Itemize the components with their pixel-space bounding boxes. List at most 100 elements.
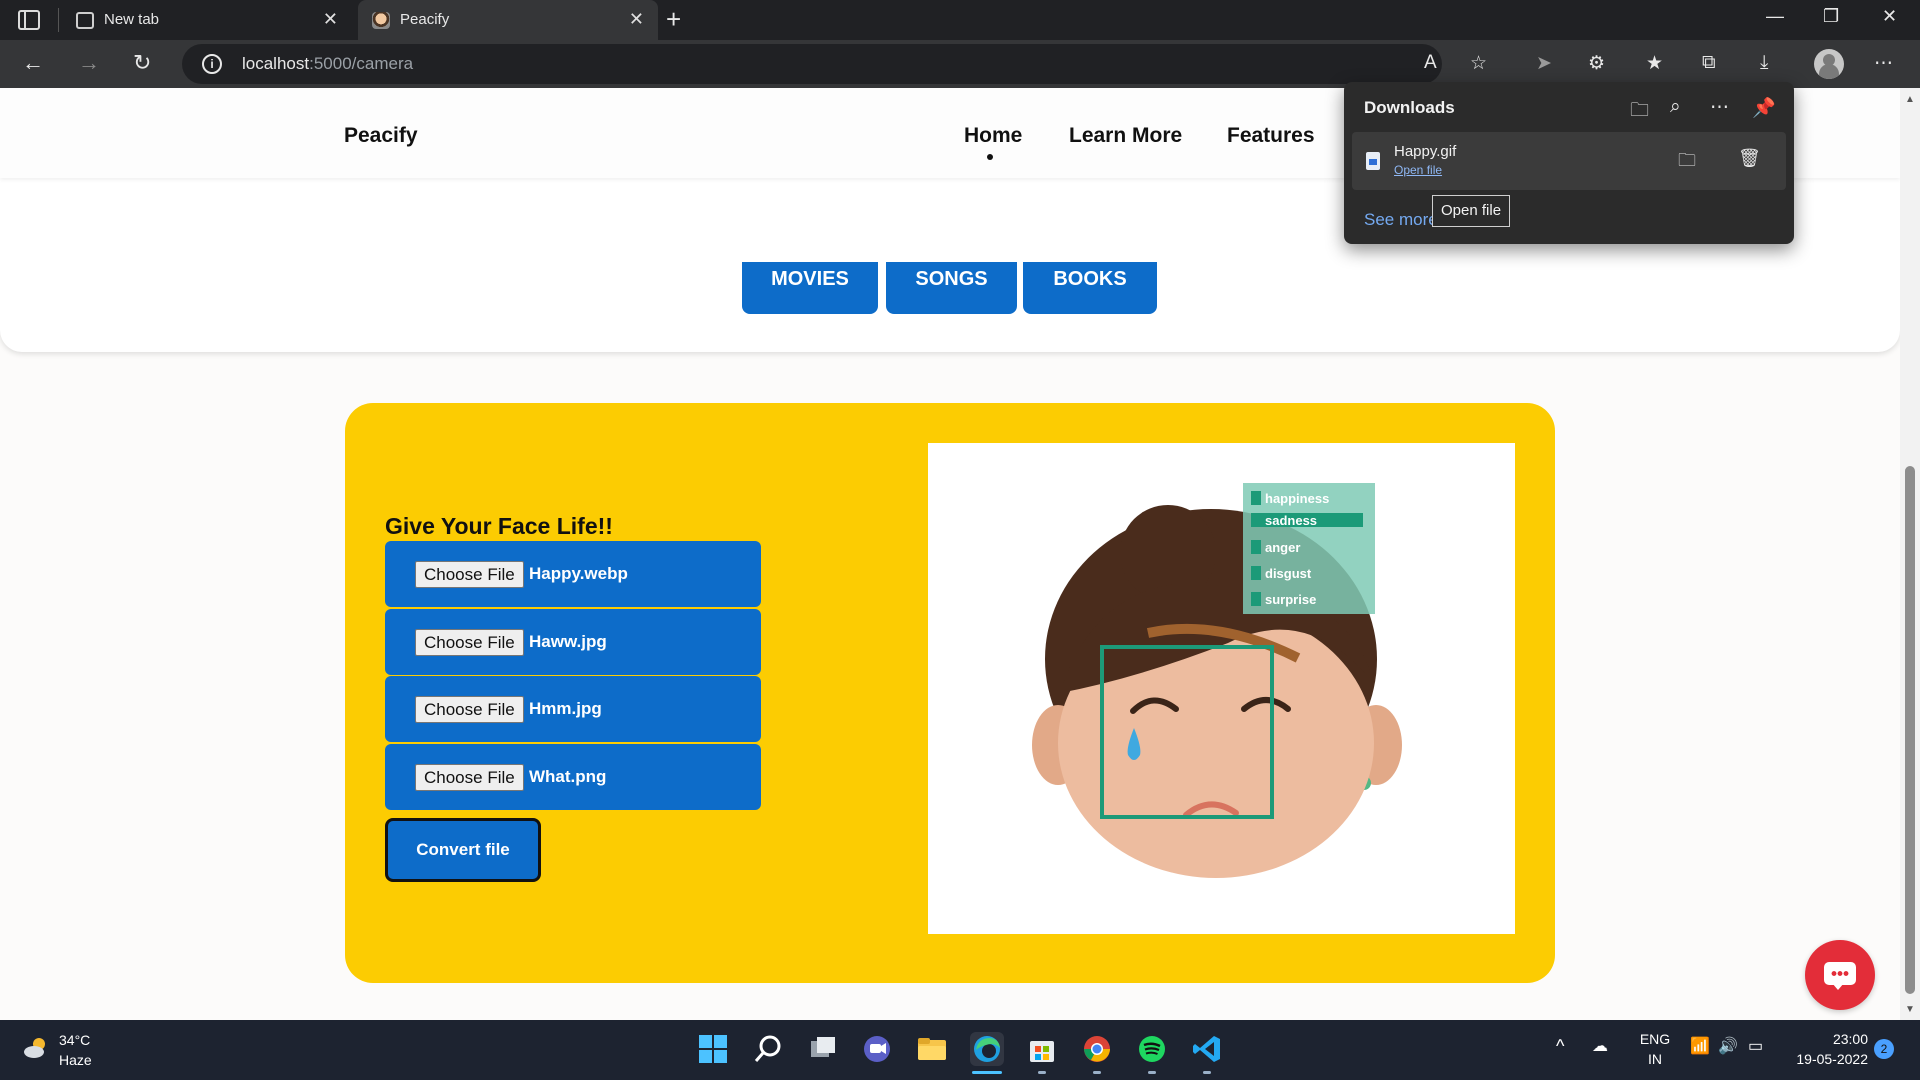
collections-icon[interactable]: ⧉	[1702, 52, 1716, 74]
language-region[interactable]: IN	[1638, 1051, 1672, 1067]
search-downloads-icon[interactable]: ⌕	[1670, 96, 1681, 118]
close-tab-icon[interactable]: ✕	[629, 9, 644, 30]
more-options-icon[interactable]: ⋯	[1874, 52, 1893, 75]
wifi-icon[interactable]: 📶	[1690, 1036, 1710, 1056]
emotion-label: happiness	[1265, 491, 1329, 506]
start-button[interactable]	[696, 1032, 730, 1066]
extension-arrow-icon[interactable]: ➤	[1536, 52, 1552, 75]
nav-features[interactable]: Features	[1227, 124, 1315, 148]
open-file-link[interactable]: Open file	[1394, 163, 1442, 177]
image-file-icon	[1366, 152, 1380, 170]
scrollbar-thumb[interactable]	[1905, 466, 1915, 994]
file-name: What.png	[529, 767, 607, 786]
folder-icon	[918, 1038, 946, 1060]
chat-button[interactable]	[1805, 940, 1875, 1010]
onedrive-warning-icon[interactable]: ☁	[1592, 1036, 1608, 1056]
choose-file-button[interactable]: Choose File	[415, 561, 524, 588]
microsoft-store-button[interactable]	[1025, 1032, 1059, 1066]
close-tab-icon[interactable]: ✕	[323, 9, 338, 30]
downloads-icon[interactable]: ⤓	[1760, 52, 1768, 74]
movies-button[interactable]: MOVIES	[742, 262, 878, 314]
chrome-button[interactable]	[1080, 1032, 1114, 1066]
tab-peacify[interactable]: Peacify ✕	[358, 0, 658, 40]
peacify-favicon-icon	[372, 12, 390, 29]
favorites-icon[interactable]: ★	[1646, 52, 1663, 75]
emotion-swatch	[1251, 566, 1261, 580]
scroll-down-icon[interactable]: ▼	[1905, 1004, 1915, 1015]
emotion-swatch	[1251, 491, 1261, 505]
emotion-label: anger	[1265, 540, 1300, 555]
emotion-label-selected: sadness	[1265, 513, 1317, 528]
address-bar[interactable]: i localhost:5000/camera	[182, 44, 1442, 84]
browser-tab-bar: New tab ✕ Peacify ✕ + — ❐ ✕	[0, 0, 1920, 40]
scroll-up-icon[interactable]: ▲	[1905, 94, 1915, 105]
new-tab-button[interactable]: +	[666, 4, 681, 35]
see-more-link[interactable]: See more	[1364, 210, 1438, 230]
windows-taskbar: 34°C Haze ^ ☁ ENG IN 📶 🔊 ▭ 23:00 19-05-2…	[0, 1020, 1920, 1080]
site-info-icon[interactable]: i	[202, 54, 222, 74]
page-scrollbar[interactable]: ▲ ▼	[1900, 88, 1920, 1020]
tab-title: Peacify	[400, 11, 450, 28]
refresh-icon[interactable]: ↻	[133, 50, 151, 76]
convert-file-button[interactable]: Convert file	[385, 818, 541, 882]
edge-browser-button[interactable]	[970, 1032, 1004, 1066]
forward-icon[interactable]: →	[78, 50, 100, 76]
weather-temperature[interactable]: 34°C	[59, 1032, 90, 1048]
tab-actions-icon[interactable]	[18, 10, 40, 30]
extensions-icon[interactable]: ⚙	[1588, 52, 1605, 75]
running-app-indicator	[1148, 1071, 1156, 1074]
running-app-indicator	[1038, 1071, 1046, 1074]
file-name: Happy.webp	[529, 564, 628, 583]
choose-file-button[interactable]: Choose File	[415, 696, 524, 723]
tab-divider	[58, 8, 59, 32]
spotify-button[interactable]	[1135, 1032, 1169, 1066]
choose-file-button[interactable]: Choose File	[415, 764, 524, 791]
file-name: Hmm.jpg	[529, 699, 602, 718]
search-icon	[754, 1035, 781, 1062]
choose-file-button[interactable]: Choose File	[415, 629, 524, 656]
show-hidden-icons-chevron-icon[interactable]: ^	[1556, 1036, 1564, 1057]
url-path: :5000/camera	[309, 54, 414, 73]
panel-title: Give Your Face Life!!	[385, 513, 613, 539]
volume-icon[interactable]: 🔊	[1718, 1036, 1738, 1056]
read-aloud-icon[interactable]: A	[1424, 52, 1437, 74]
tab-new-tab[interactable]: New tab ✕	[62, 0, 352, 40]
language-indicator[interactable]: ENG	[1638, 1031, 1672, 1047]
books-button[interactable]: BOOKS	[1023, 262, 1157, 314]
browser-toolbar: ← → ↻ i localhost:5000/camera A ☆ ➤ ⚙ ★ …	[0, 40, 1920, 88]
delete-icon[interactable]: 🗑	[1738, 148, 1761, 169]
open-file-tooltip: Open file	[1432, 195, 1511, 227]
task-view-button[interactable]	[806, 1032, 840, 1066]
file-explorer-button[interactable]	[915, 1032, 949, 1066]
weather-haze-icon[interactable]	[22, 1034, 50, 1062]
teams-chat-button[interactable]	[860, 1032, 894, 1066]
weather-description[interactable]: Haze	[59, 1052, 92, 1068]
file-input-row: Choose File What.png	[385, 744, 761, 810]
restore-icon[interactable]: ❐	[1823, 6, 1839, 27]
clock-time[interactable]: 23:00	[1784, 1031, 1868, 1047]
active-nav-indicator	[987, 154, 993, 160]
show-in-folder-icon[interactable]: 🗀	[1678, 148, 1696, 178]
battery-icon[interactable]: ▭	[1748, 1036, 1763, 1056]
search-taskbar-button[interactable]	[751, 1032, 785, 1066]
back-icon[interactable]: ←	[22, 50, 44, 76]
site-brand[interactable]: Peacify	[344, 124, 418, 148]
nav-learn-more[interactable]: Learn More	[1069, 124, 1182, 148]
emotion-label: surprise	[1265, 592, 1316, 607]
open-downloads-folder-icon[interactable]: 🗀	[1630, 96, 1649, 128]
clock-date[interactable]: 19-05-2022	[1784, 1051, 1868, 1067]
more-options-icon[interactable]: ⋯	[1710, 96, 1729, 119]
add-favorite-icon[interactable]: ☆	[1470, 52, 1487, 75]
minimize-icon[interactable]: —	[1766, 6, 1784, 27]
download-item[interactable]: Happy.gif Open file 🗀 🗑	[1352, 132, 1786, 190]
running-app-indicator	[1203, 1071, 1211, 1074]
notification-count-badge[interactable]: 2	[1874, 1039, 1894, 1059]
songs-button[interactable]: SONGS	[886, 262, 1017, 314]
pin-icon[interactable]: 📌	[1752, 96, 1776, 120]
task-view-icon	[811, 1037, 835, 1057]
close-window-icon[interactable]: ✕	[1882, 6, 1897, 27]
url-text[interactable]: localhost:5000/camera	[242, 54, 413, 74]
profile-avatar[interactable]	[1814, 49, 1844, 79]
vscode-button[interactable]	[1190, 1032, 1224, 1066]
nav-home[interactable]: Home	[964, 124, 1022, 148]
